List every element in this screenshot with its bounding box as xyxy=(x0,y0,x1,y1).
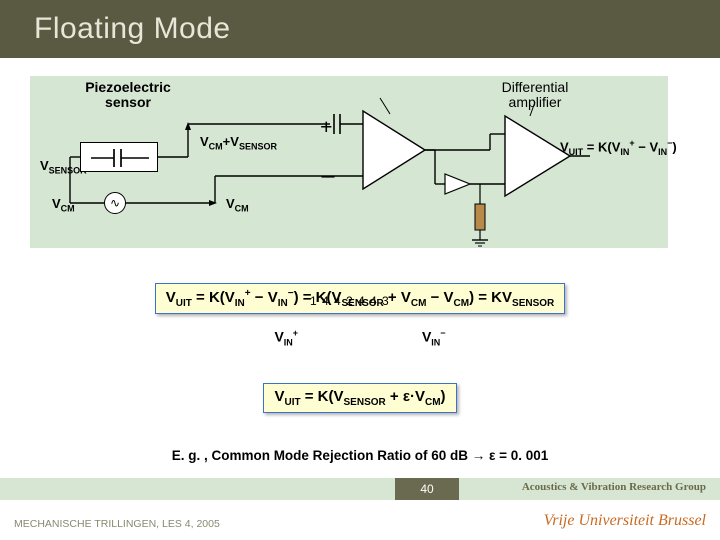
cmrr-text: E. g. , Common Mode Rejection Ratio of 6… xyxy=(0,448,720,463)
content-area: Piezoelectric sensor Differential amplif… xyxy=(0,58,720,478)
university-label: Vrije Universiteit Brussel xyxy=(544,512,706,530)
slide-title: Floating Mode xyxy=(34,12,231,46)
research-group-label: Acoustics & Vibration Research Group xyxy=(522,481,706,493)
page-number: 40 xyxy=(395,478,459,500)
circuit-diagram: Piezoelectric sensor Differential amplif… xyxy=(30,76,668,248)
equation-2-row: VUIT = K(VSENSOR + ε·VCM) xyxy=(0,383,720,413)
footer: 40 Acoustics & Vibration Research Group … xyxy=(0,478,720,540)
equation-middle-labels: VIN+ VIN− xyxy=(0,328,720,347)
overlay-digits: 1 4 4 2 4 4 3 xyxy=(310,294,390,308)
course-label: MECHANISCHE TRILLINGEN, LES 4, 2005 xyxy=(14,518,220,530)
title-bar: Floating Mode xyxy=(0,0,720,58)
circuit-wires xyxy=(30,76,668,248)
equation-2-box: VUIT = K(VSENSOR + ε·VCM) xyxy=(263,383,456,413)
